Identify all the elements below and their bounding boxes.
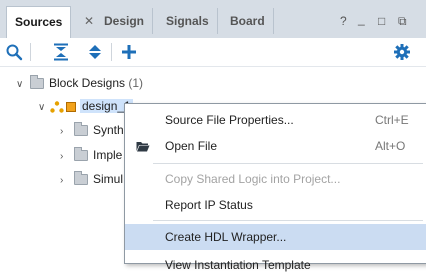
tab-sources-label: Sources [15, 15, 63, 29]
chevron-down-icon[interactable]: ∨ [16, 75, 28, 95]
tree-row-imple[interactable]: › Imple [60, 145, 122, 165]
restore-icon[interactable]: □ [378, 14, 385, 28]
menu-separator [153, 163, 423, 164]
tree-row-design[interactable]: ∨ design_1 [38, 96, 133, 116]
toolbar-separator [30, 43, 31, 61]
menu-item-copy-shared-logic: Copy Shared Logic into Project... [125, 166, 426, 192]
menu-item-report-ip-status[interactable]: Report IP Status [125, 192, 426, 218]
menu-item-label: Copy Shared Logic into Project... [165, 172, 341, 186]
help-icon[interactable]: ? [340, 14, 347, 28]
menu-item-label: Create HDL Wrapper... [165, 230, 287, 244]
menu-item-label: Source File Properties... [165, 113, 294, 127]
collapse-all-icon[interactable] [52, 43, 70, 61]
sources-toolbar [0, 38, 426, 67]
search-icon[interactable] [5, 43, 23, 61]
tab-design-label: Design [104, 14, 145, 28]
chevron-right-icon[interactable]: › [60, 147, 72, 167]
open-folder-icon [136, 142, 150, 152]
float-icon[interactable]: ⧉ [398, 14, 407, 29]
panel-tab-bar: Sources ✕ Design Signals Board ? _ □ ⧉ [0, 0, 426, 39]
menu-item-label: Open File [165, 139, 218, 153]
menu-item-shortcut: Ctrl+E [375, 113, 409, 127]
menu-separator [153, 220, 423, 221]
tab-signals-label: Signals [166, 14, 209, 28]
expand-all-icon[interactable] [86, 43, 104, 61]
menu-item-label: View Instantiation Template [165, 258, 311, 272]
tab-signals[interactable]: Signals [158, 8, 218, 34]
block-design-icon [50, 101, 64, 113]
folder-icon [30, 75, 44, 90]
folder-icon [74, 171, 88, 186]
menu-item-view-instantiation-template[interactable]: View Instantiation Template [125, 252, 426, 278]
block-designs-count: (1) [128, 76, 144, 90]
menu-item-label: Report IP Status [165, 198, 253, 212]
imple-label: Imple [93, 148, 123, 162]
tab-board-label: Board [230, 14, 265, 28]
menu-item-source-file-properties[interactable]: Source File Properties... Ctrl+E [125, 107, 426, 133]
chevron-right-icon[interactable]: › [60, 171, 72, 191]
chevron-down-icon[interactable]: ∨ [38, 98, 50, 118]
folder-icon [74, 122, 88, 137]
minimize-icon[interactable]: _ [358, 12, 365, 26]
menu-item-open-file[interactable]: Open File Alt+O [125, 133, 426, 159]
tab-design[interactable]: Design [96, 8, 154, 34]
chevron-right-icon[interactable]: › [60, 122, 72, 142]
context-menu: Source File Properties... Ctrl+E Open Fi… [124, 103, 426, 272]
tree-row-block-designs[interactable]: ∨ Block Designs (1) [16, 73, 143, 93]
tab-board[interactable]: Board [222, 8, 274, 34]
menu-item-shortcut: Alt+O [375, 139, 406, 153]
synth-label: Synth [93, 123, 124, 137]
menu-item-create-hdl-wrapper[interactable]: Create HDL Wrapper... [125, 224, 426, 250]
tree-row-synth[interactable]: › Synth [60, 120, 124, 140]
toolbar-separator [111, 43, 112, 61]
tab-sources[interactable]: Sources [6, 6, 72, 39]
simul-label: Simul [93, 172, 124, 186]
design-status-icon [66, 101, 76, 112]
add-icon[interactable] [120, 43, 138, 61]
gear-icon[interactable] [393, 43, 411, 61]
tree-row-simul[interactable]: › Simul [60, 169, 123, 189]
tab-close-icon[interactable]: ✕ [84, 14, 94, 28]
folder-icon [74, 147, 88, 162]
block-designs-label: Block Designs [49, 76, 126, 90]
